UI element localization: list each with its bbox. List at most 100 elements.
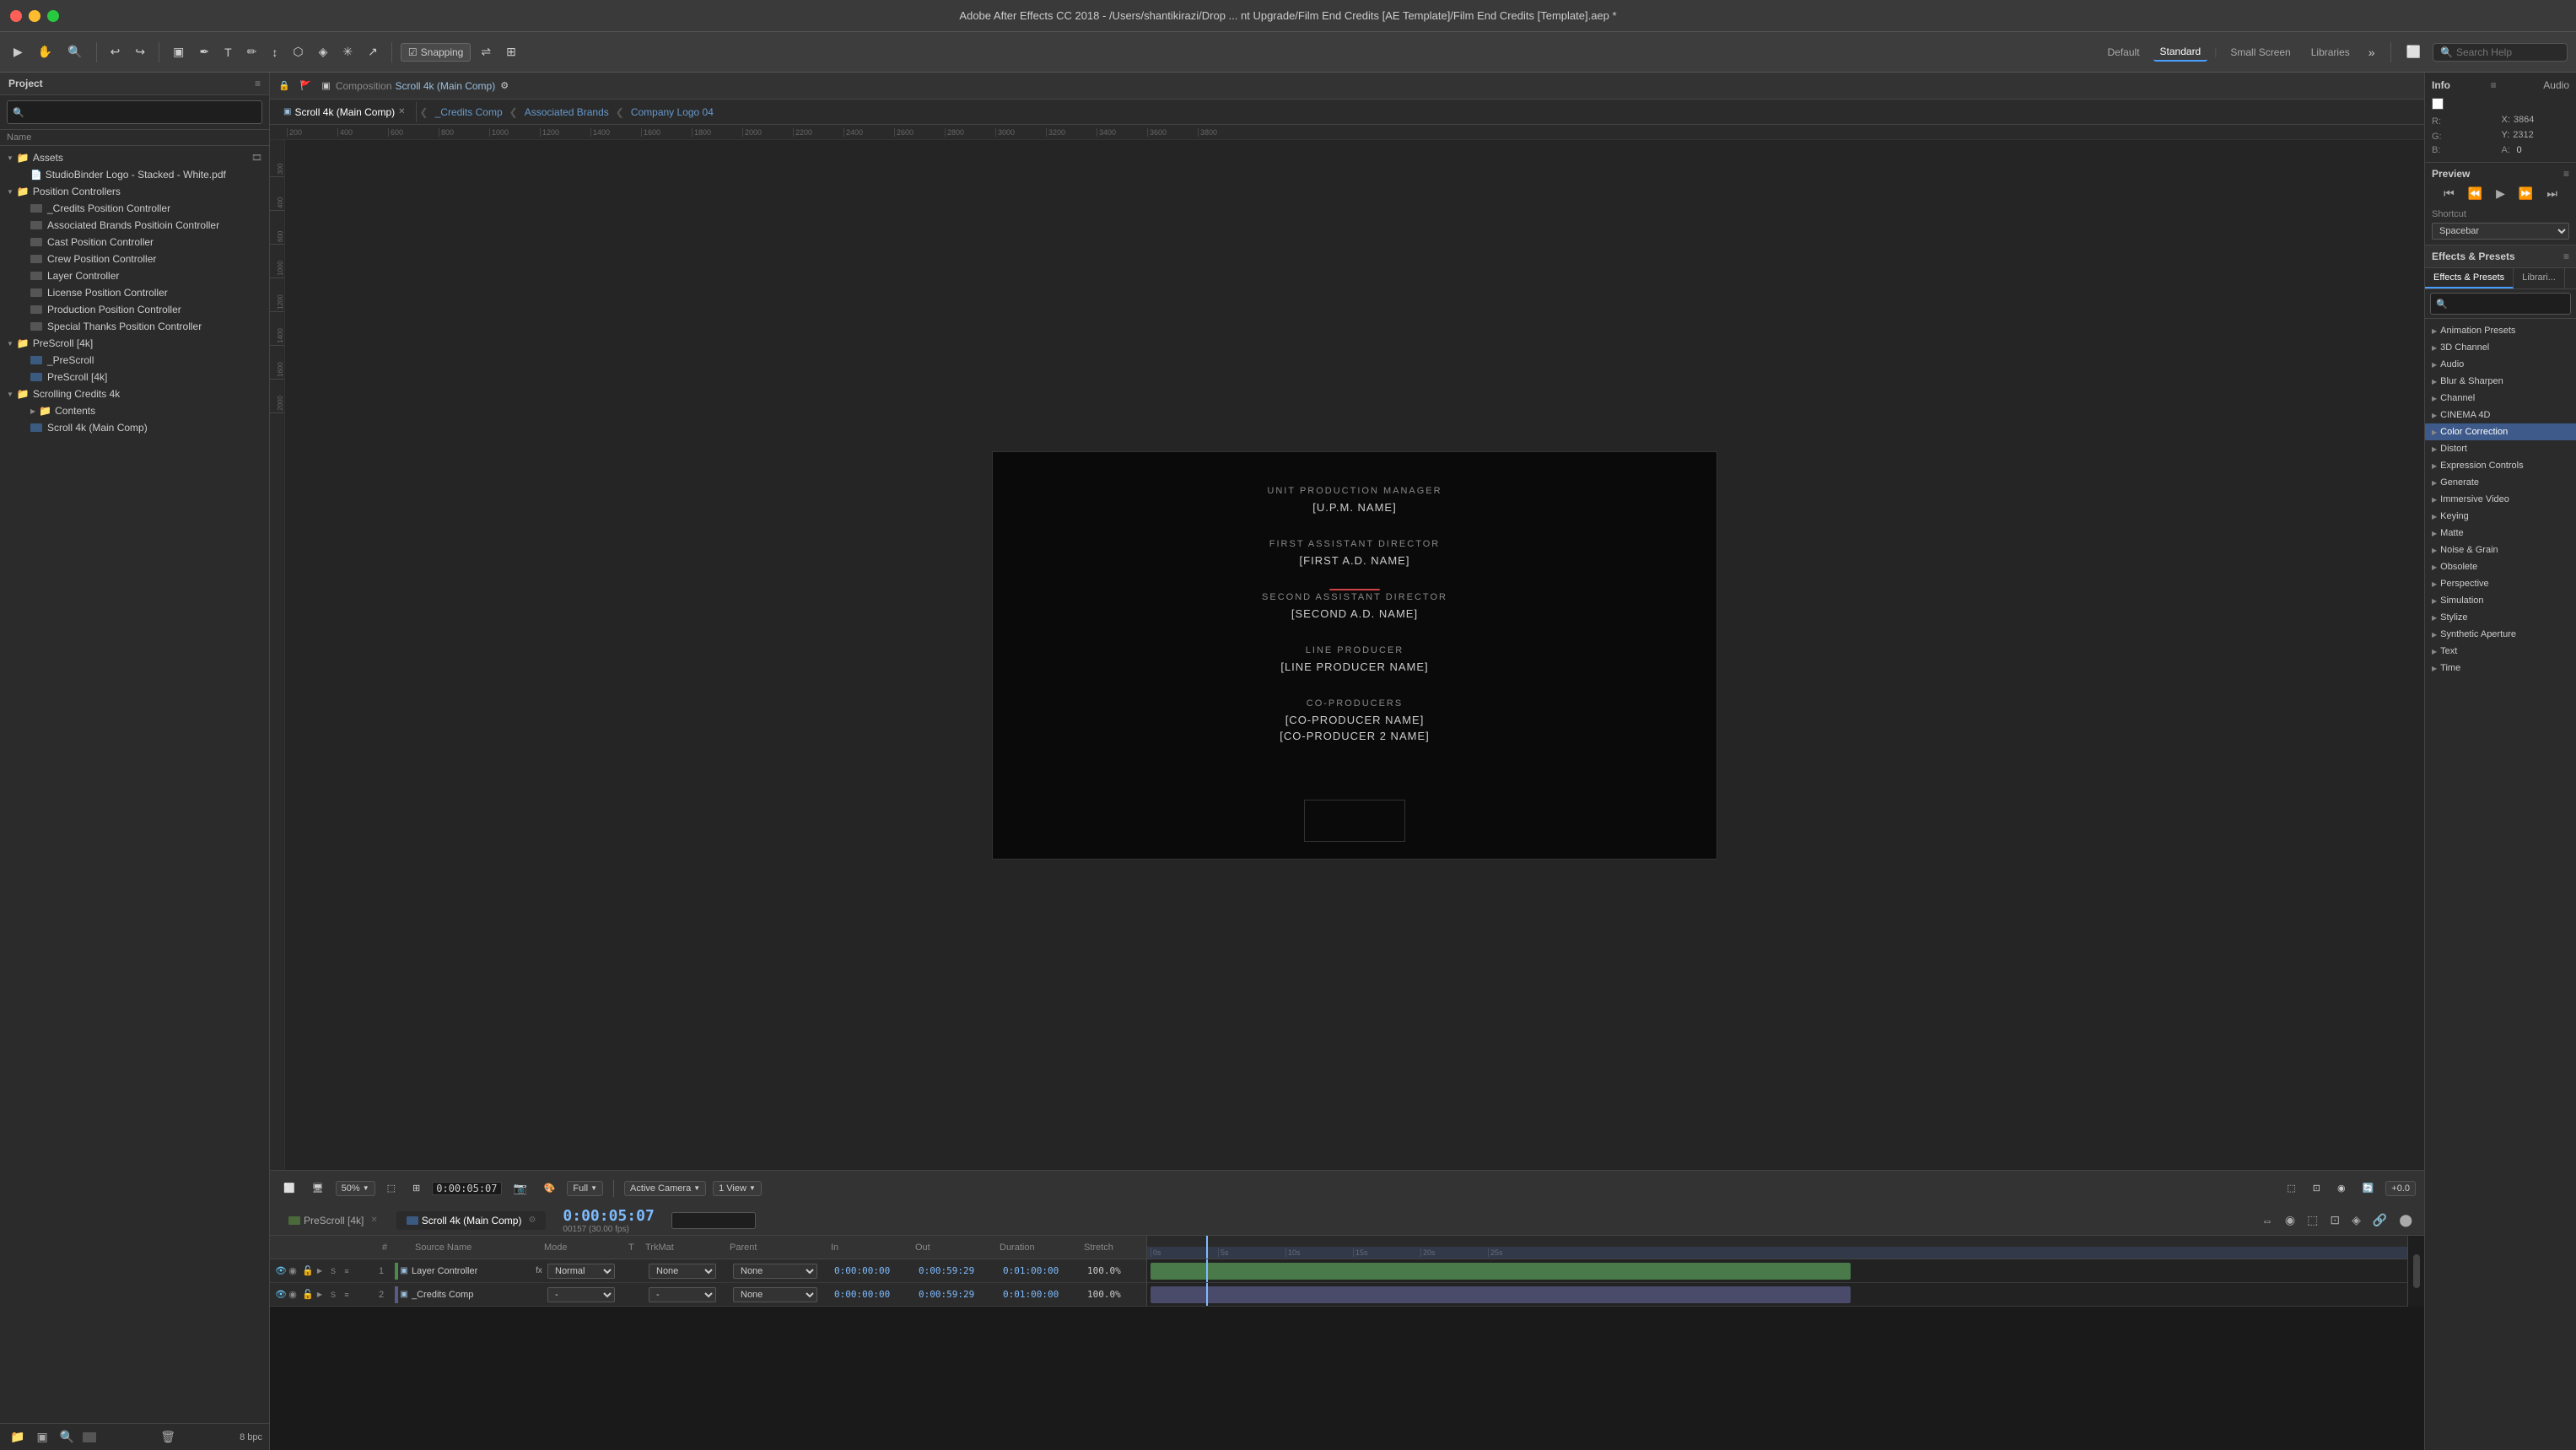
tree-item-contents[interactable]: ▶ 📁 Contents	[0, 402, 269, 419]
tool-zoom[interactable]: 🔍	[62, 41, 87, 62]
layer-2-audio[interactable]: ◉	[287, 1288, 299, 1301]
layer-1-collapse[interactable]: ▶	[314, 1266, 326, 1275]
effect-audio[interactable]: ▶ Audio	[2425, 356, 2576, 373]
effect-keying[interactable]: ▶ Keying	[2425, 508, 2576, 525]
preview-prev-btn[interactable]: ⏪	[2465, 185, 2486, 202]
minimize-button[interactable]	[29, 10, 40, 22]
toolbar-extra-icon[interactable]: ⬜	[2401, 41, 2426, 62]
tree-item-special-pos[interactable]: Special Thanks Position Controller	[0, 318, 269, 335]
time-shift-control[interactable]: +0.0	[2385, 1181, 2416, 1196]
workspace-libraries[interactable]: Libraries	[2304, 44, 2357, 61]
comp-lock-icon[interactable]: 🔒	[273, 77, 295, 94]
tool-undo[interactable]: ↩	[105, 41, 126, 62]
workspace-smallscreen[interactable]: Small Screen	[2223, 44, 2297, 61]
effect-synthetic-aperture[interactable]: ▶ Synthetic Aperture	[2425, 626, 2576, 643]
tree-item-layer-ctrl[interactable]: Layer Controller	[0, 267, 269, 284]
viewer-extra-4[interactable]: 🔄	[2358, 1179, 2379, 1197]
layer-1-lock[interactable]: 🔓	[300, 1264, 312, 1277]
snap-checkbox[interactable]: ☑	[408, 46, 418, 58]
search-btn[interactable]: 🔍	[57, 1428, 78, 1446]
zoom-control[interactable]: 50% ▼	[336, 1181, 375, 1196]
tl-ctrl-btn6[interactable]: 🔗	[2369, 1211, 2390, 1229]
tool-clone[interactable]: ↕	[267, 42, 283, 62]
tool-roto[interactable]: ◈	[314, 41, 333, 62]
tree-item-license-pos[interactable]: License Position Controller	[0, 284, 269, 301]
comp-settings-icon[interactable]: ⚙	[495, 77, 514, 94]
layer-1-mode-select[interactable]: Normal	[547, 1264, 615, 1279]
viewer-monitor-icon[interactable]: 🖥	[307, 1179, 329, 1197]
viewer-crop-icon[interactable]: ⬚	[382, 1179, 401, 1197]
layer-1-audio[interactable]: ◉	[287, 1264, 299, 1277]
timeline-timecode[interactable]: 0:00:05:07	[563, 1207, 654, 1225]
preview-next-btn[interactable]: ⏩	[2515, 185, 2536, 202]
effects-search-input[interactable]	[2451, 296, 2565, 311]
effect-simulation[interactable]: ▶ Simulation	[2425, 592, 2576, 609]
tl-ctrl-btn1[interactable]: ⇔	[2258, 1212, 2277, 1229]
timeline-graph[interactable]: 0s 5s 10s 15s 20s 25s	[1147, 1236, 2424, 1307]
preview-first-btn[interactable]: ⏮	[2440, 185, 2458, 202]
layer-1-trkmat-select[interactable]: None	[649, 1264, 716, 1279]
tool-puppet[interactable]: ✳	[337, 41, 358, 62]
tool-extra1[interactable]: ⇌	[476, 41, 496, 62]
viewer-extra-2[interactable]: ⊡	[2308, 1179, 2325, 1197]
effect-cinema4d[interactable]: ▶ CINEMA 4D	[2425, 407, 2576, 423]
effect-color-correction[interactable]: ▶ Color Correction	[2425, 423, 2576, 440]
layer-1-visible[interactable]: 👁	[273, 1264, 285, 1277]
tl-ctrl-btn7[interactable]: ⬤	[2395, 1211, 2416, 1229]
tab-scroll4k-main[interactable]: ▣ Scroll 4k (Main Comp) ✕	[273, 102, 417, 122]
effect-text[interactable]: ▶ Text	[2425, 643, 2576, 660]
quality-control[interactable]: Full ▼	[567, 1181, 603, 1196]
layer-2-parent-select[interactable]: None	[733, 1287, 817, 1302]
layer-2-solo[interactable]: S	[327, 1290, 339, 1300]
effect-obsolete[interactable]: ▶ Obsolete	[2425, 558, 2576, 575]
effect-channel[interactable]: ▶ Channel	[2425, 390, 2576, 407]
tree-item-scroll-main[interactable]: Scroll 4k (Main Comp)	[0, 419, 269, 436]
preview-play-btn[interactable]: ▶	[2492, 185, 2509, 202]
preview-shortcut-select[interactable]: Spacebar	[2432, 223, 2569, 240]
tree-item-credits-pos[interactable]: _Credits Position Controller	[0, 200, 269, 217]
search-input[interactable]	[2456, 46, 2560, 58]
tree-item-assoc-brands[interactable]: Associated Brands Positioin Controller	[0, 217, 269, 234]
tool-eraser[interactable]: ⬡	[288, 41, 308, 62]
tl-tab-scroll4k-settings[interactable]: ⚙	[528, 1216, 536, 1225]
layer-2-mode-select[interactable]: -	[547, 1287, 615, 1302]
layer-2-shy[interactable]: ≡	[341, 1290, 353, 1300]
tree-item-assets[interactable]: ▼ 📁 Assets 🎞	[0, 149, 269, 166]
breadcrumb-company-logo[interactable]: Company Logo 04	[628, 106, 717, 118]
workspace-more[interactable]: »	[2363, 42, 2380, 62]
tool-hand[interactable]: ✋	[33, 41, 57, 62]
tool-arrow[interactable]: ↗	[363, 41, 383, 62]
tool-brush[interactable]: ✏	[242, 41, 262, 62]
project-menu-icon[interactable]: ≡	[255, 78, 261, 89]
tool-select[interactable]: ▶	[8, 41, 28, 62]
comp-flag-icon[interactable]: 🚩	[295, 77, 317, 94]
tool-extra2[interactable]: ⊞	[501, 41, 521, 62]
effect-immersive[interactable]: ▶ Immersive Video	[2425, 491, 2576, 508]
effect-perspective[interactable]: ▶ Perspective	[2425, 575, 2576, 592]
tree-item-crew-pos[interactable]: Crew Position Controller	[0, 251, 269, 267]
tool-redo[interactable]: ↪	[130, 41, 150, 62]
effect-3d-channel[interactable]: ▶ 3D Channel	[2425, 339, 2576, 356]
effects-libraries-tab[interactable]: Librari...	[2514, 268, 2565, 288]
breadcrumb-credits-comp[interactable]: _Credits Comp	[432, 106, 506, 118]
tab-scroll-close[interactable]: ✕	[398, 107, 405, 116]
layer-2-visible[interactable]: 👁	[273, 1288, 285, 1301]
tl-ctrl-btn3[interactable]: ⬚	[2304, 1211, 2321, 1229]
layer-1-solo[interactable]: S	[327, 1266, 339, 1276]
tree-item-prescroll-folder[interactable]: ▼ 📁 PreScroll [4k]	[0, 335, 269, 352]
viewer-snapshot-btn[interactable]: 📷	[509, 1178, 532, 1199]
tree-item-cast-pos[interactable]: Cast Position Controller	[0, 234, 269, 251]
effect-animation-presets[interactable]: ▶ Animation Presets	[2425, 322, 2576, 339]
breadcrumb-associated-brands[interactable]: Associated Brands	[521, 106, 612, 118]
project-search-input[interactable]	[28, 104, 256, 121]
effect-stylize[interactable]: ▶ Stylize	[2425, 609, 2576, 626]
effect-blur-sharpen[interactable]: ▶ Blur & Sharpen	[2425, 373, 2576, 390]
effect-distort[interactable]: ▶ Distort	[2425, 440, 2576, 457]
views-control[interactable]: 1 View ▼	[713, 1181, 762, 1196]
layer-2-trkmat-select[interactable]: -	[649, 1287, 716, 1302]
effects-menu-icon[interactable]: ≡	[2563, 251, 2569, 262]
layer-2-lock[interactable]: 🔓	[300, 1288, 312, 1301]
tl-tab-prescroll[interactable]: PreScroll [4k] ✕	[278, 1211, 388, 1230]
layer-row-2[interactable]: 👁 ◉ 🔓 ▶ S ≡ 2 ▣ _Credits Comp	[270, 1283, 1146, 1307]
close-button[interactable]	[10, 10, 22, 22]
